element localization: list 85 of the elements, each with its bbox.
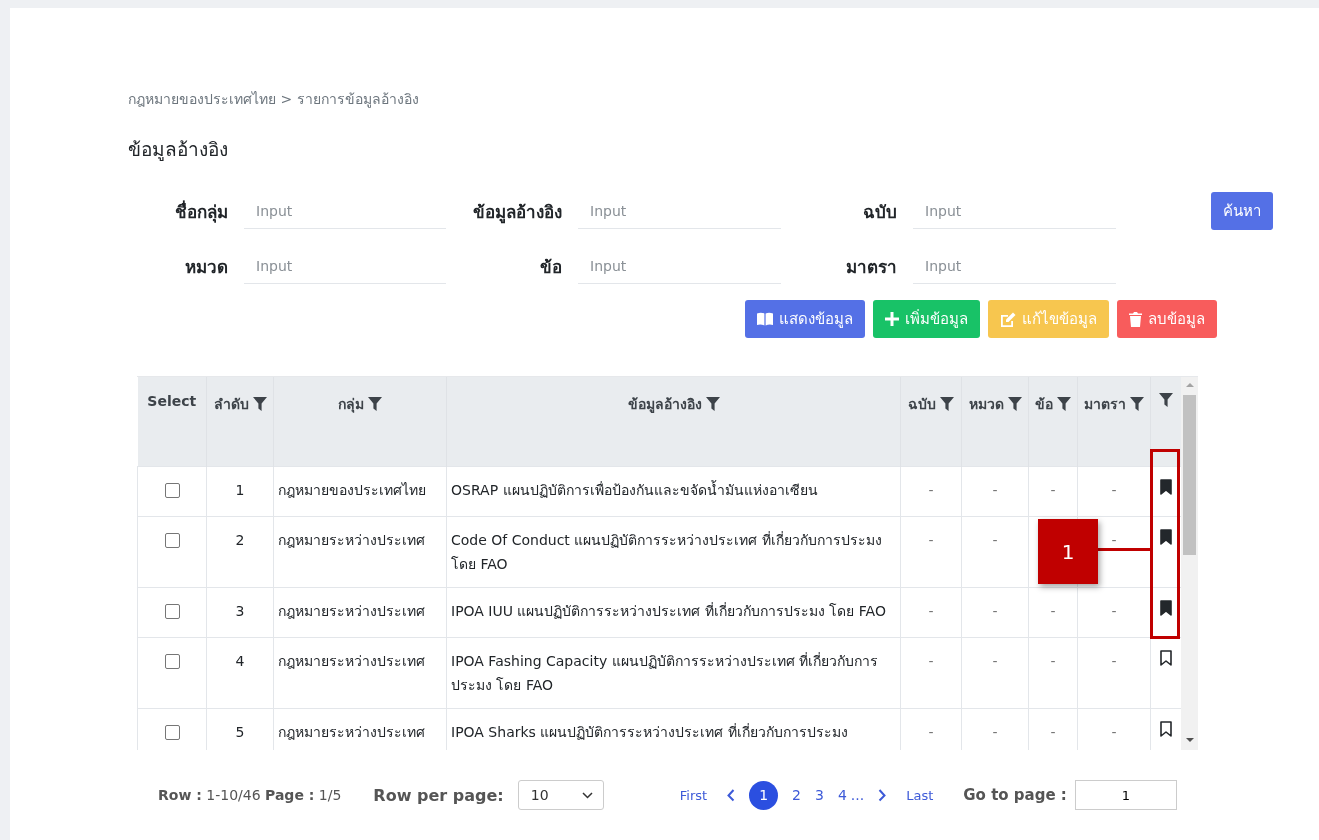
- filter-label: ข้อมูลอ้างอิง: [472, 200, 562, 225]
- table-cell: กฎหมายระหว่างประเทศ: [273, 587, 447, 638]
- table-cell: -: [1028, 466, 1078, 517]
- scroll-down-icon[interactable]: [1186, 738, 1194, 742]
- column-header[interactable]: ข้อมูลอ้างอิง: [446, 377, 901, 467]
- table-cell: กฎหมายของประเทศไทย: [273, 466, 447, 517]
- table-cell: -: [961, 637, 1029, 709]
- filter-label: ข้อ: [539, 255, 562, 279]
- rows-per-page-label: Row per page:: [373, 785, 504, 805]
- scrollbar-thumb[interactable]: [1183, 395, 1196, 555]
- table-cell: -: [1077, 466, 1151, 517]
- filter-icon[interactable]: [252, 397, 267, 411]
- column-header[interactable]: Select: [137, 377, 207, 467]
- table-cell: 4: [206, 637, 274, 709]
- edit-icon: [1000, 311, 1016, 327]
- callout-label: 1: [1038, 519, 1098, 584]
- page-link[interactable]: 2: [792, 787, 801, 803]
- table-cell: -: [900, 516, 962, 588]
- filter-icon[interactable]: [1057, 397, 1071, 411]
- trash-icon: [1129, 311, 1142, 327]
- bookmark-icon[interactable]: [1160, 600, 1172, 616]
- table-cell: IPOA IUU แผนปฏิบัติการระหว่างประเทศ ที่เกี่ยวกับการประมง โดย FAO: [446, 587, 901, 638]
- page-title: ข้อมูลอ้างอิง: [128, 137, 229, 163]
- row-checkbox[interactable]: [164, 725, 180, 740]
- column-header[interactable]: มาตรา: [1077, 377, 1151, 467]
- table-cell: IPOA Fashing Capacity แผนปฏิบัติการระหว่างประเทศ ที่เกี่ยวกับการประมง โดย FAO: [446, 637, 901, 709]
- plus-icon: [885, 312, 899, 326]
- table-cell: -: [961, 516, 1029, 588]
- leader-line: [1097, 548, 1150, 551]
- bookmark-icon[interactable]: [1160, 479, 1172, 495]
- search-button[interactable]: ค้นหา: [1211, 192, 1273, 230]
- table-cell: 2: [206, 516, 274, 588]
- filter-icon[interactable]: [368, 397, 382, 411]
- bookmark-icon[interactable]: [1160, 721, 1172, 737]
- column-header[interactable]: ลำดับ: [206, 377, 274, 467]
- filter-label: ฉบับ: [862, 200, 897, 224]
- table-cell: กฎหมายระหว่างประเทศ: [273, 516, 447, 588]
- chevron-down-icon: [581, 791, 593, 799]
- filter-label: มาตรา: [845, 255, 897, 279]
- page-link[interactable]: 1: [749, 780, 779, 810]
- table-cell: -: [1028, 637, 1078, 709]
- table-cell: -: [1077, 637, 1151, 709]
- bookmark-icon[interactable]: [1160, 650, 1172, 666]
- chevron-right-icon[interactable]: [878, 788, 887, 802]
- filter-label: ชื่อกลุ่ม: [174, 199, 228, 225]
- bookmark-icon[interactable]: [1160, 529, 1172, 545]
- table-cell: กฎหมายระหว่างประเทศ: [273, 637, 447, 709]
- filter-icon[interactable]: [705, 397, 720, 411]
- ellipsis: ...: [850, 787, 865, 803]
- table-cell: Code Of Conduct แผนปฏิบัติการระหว่างประเทศ ที่เกี่ยวกับการประมง โดย FAO: [446, 516, 901, 588]
- go-to-page-label: Go to page :: [963, 786, 1067, 804]
- table-cell: -: [900, 587, 962, 638]
- scrollbar[interactable]: [1181, 377, 1198, 750]
- row-checkbox[interactable]: [164, 533, 180, 548]
- column-header[interactable]: หมวด: [961, 377, 1029, 467]
- filter-icon[interactable]: [1007, 397, 1022, 411]
- filter-label: หมวด: [184, 255, 228, 279]
- table-cell: -: [900, 466, 962, 517]
- table-cell: OSRAP แผนปฏิบัติการเพื่อป้องกันและขจัดน้ำมันแห่งอาเซียน: [446, 466, 901, 517]
- table-cell: 1: [206, 466, 274, 517]
- column-header[interactable]: ฉบับ: [900, 377, 962, 467]
- filter-icon[interactable]: [1130, 397, 1144, 411]
- breadcrumb: กฎหมายของประเทศไทย > รายการข้อมูลอ้างอิง: [128, 90, 420, 110]
- table-cell: -: [961, 466, 1029, 517]
- chevron-left-icon[interactable]: [727, 788, 736, 802]
- page-input[interactable]: 1: [1074, 780, 1177, 810]
- last-page-link[interactable]: Last: [906, 787, 934, 803]
- table-cell: -: [1028, 587, 1078, 638]
- first-page-link[interactable]: First: [679, 787, 708, 803]
- filter-icon[interactable]: [1159, 393, 1173, 407]
- action-button[interactable]: แสดงข้อมูล: [745, 300, 865, 338]
- rows-per-page-select[interactable]: 10: [517, 780, 604, 810]
- row-checkbox[interactable]: [164, 654, 180, 669]
- row-summary: Row : 1-10/46 Page : 1/5: [158, 787, 342, 803]
- table-cell: 3: [206, 587, 274, 638]
- column-header[interactable]: กลุ่ม: [273, 377, 447, 467]
- row-checkbox[interactable]: [164, 604, 180, 619]
- table-cell: -: [900, 637, 962, 709]
- row-checkbox[interactable]: [164, 483, 180, 498]
- page-link[interactable]: 3: [815, 787, 824, 803]
- page-link[interactable]: 4: [837, 787, 847, 803]
- table-cell: -: [961, 587, 1029, 638]
- filter-icon[interactable]: [940, 397, 954, 411]
- column-header[interactable]: ข้อ: [1028, 377, 1078, 467]
- book-icon: [757, 312, 773, 326]
